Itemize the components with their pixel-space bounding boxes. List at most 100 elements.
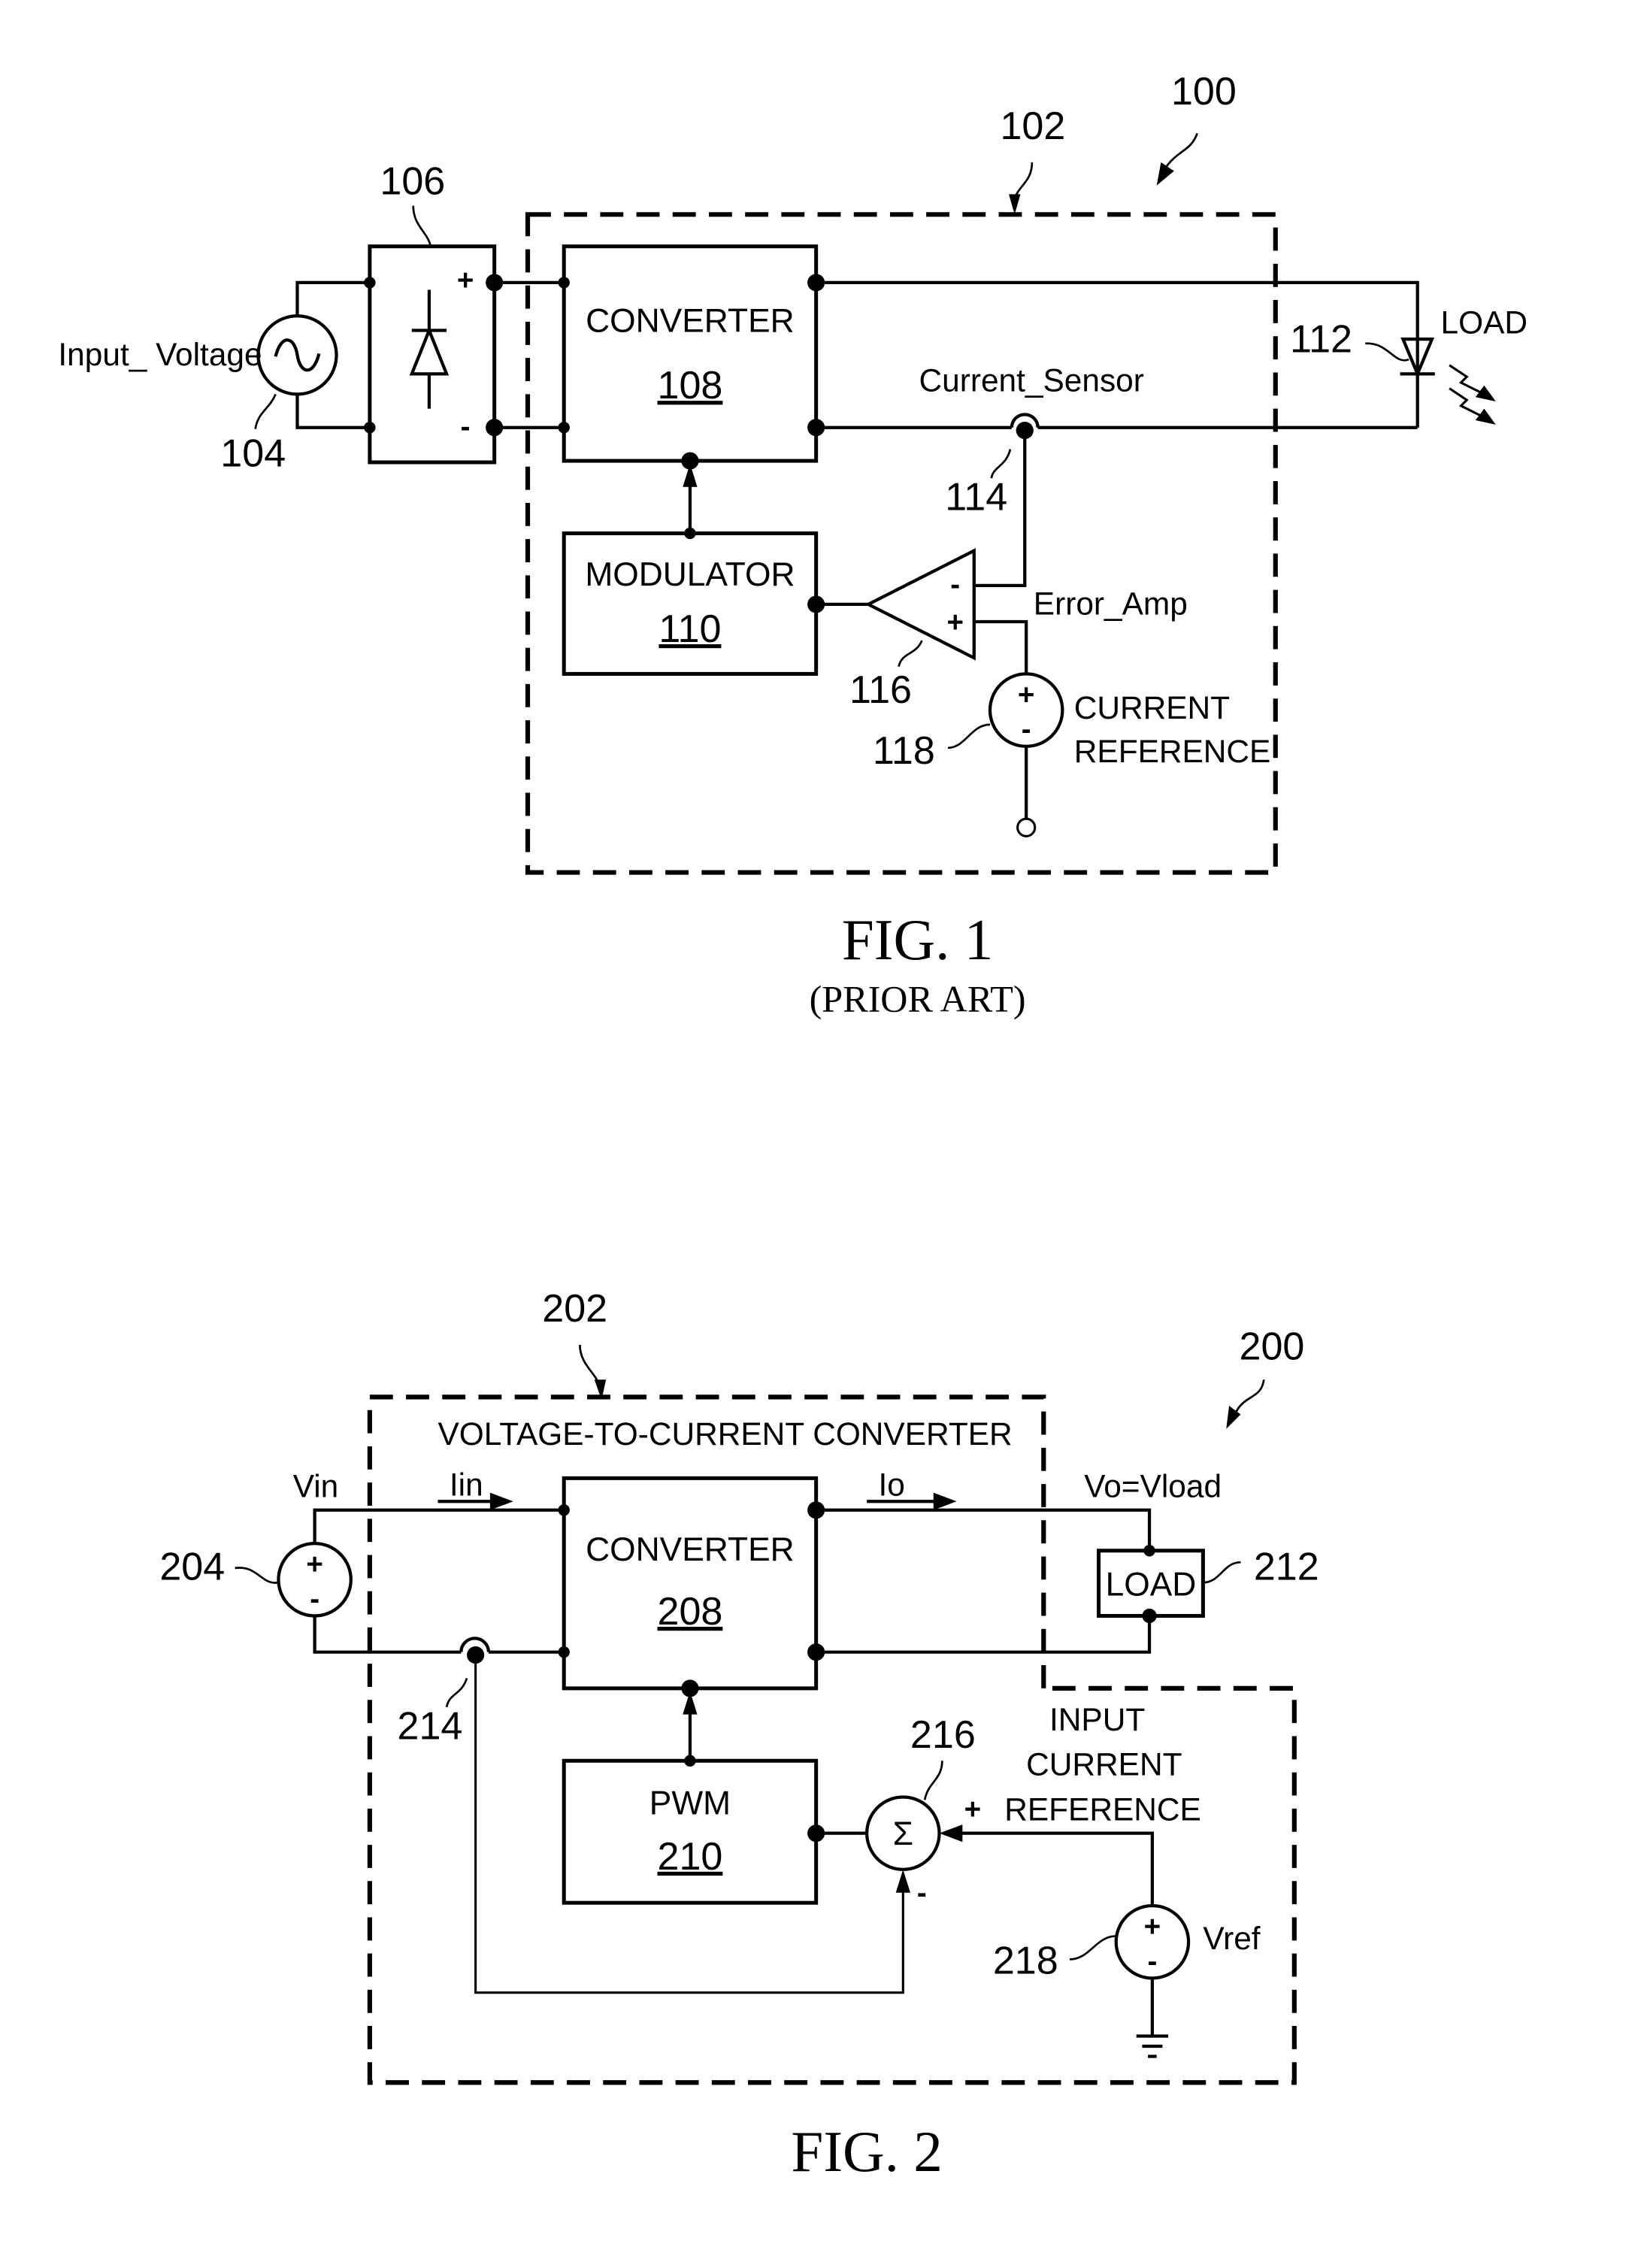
ref-202-label: 202 (542, 1287, 607, 1331)
pwm-210 (562, 1758, 819, 1905)
vin-plus-sign: + (306, 1549, 323, 1581)
node-dot (558, 421, 570, 434)
ref-216-label: 216 (910, 1713, 976, 1757)
ref-214-label: 214 (398, 1704, 463, 1748)
modulator-110 (562, 531, 819, 676)
rectifier-plus-sign: + (457, 265, 474, 297)
iin-arrowhead (489, 1492, 513, 1510)
ref-106-label: 106 (380, 159, 445, 203)
rectifier-minus-sign: - (461, 410, 471, 443)
rectifier-106 (368, 244, 497, 465)
figure-2: 200 202 VOLTAGE-TO-CURRENT CONVERTER + -… (159, 1287, 1319, 2184)
ref-212-leader (1203, 1561, 1241, 1584)
ref-118-leader (947, 723, 991, 749)
summer-minus-sign: - (917, 1877, 927, 1909)
minus-input-arrowhead (895, 1869, 910, 1893)
converter-108-number: 108 (658, 364, 723, 407)
modulator-110-title: MODULATOR (585, 556, 795, 593)
reference-wire (956, 1831, 1155, 1906)
ref-200-label: 200 (1240, 1325, 1305, 1368)
figure-1: 100 102 Input_ Voltage 104 106 + - CONVE… (58, 70, 1527, 1020)
vref-label: Vref (1203, 1921, 1260, 1956)
vi-converter-title: VOLTAGE-TO-CURRENT CONVERTER (438, 1416, 1012, 1452)
plus-input-arrowhead (939, 1824, 963, 1843)
light-arrowhead (1475, 385, 1496, 401)
vin-label: Vin (293, 1468, 339, 1503)
ref-216-leader (923, 1761, 943, 1800)
ref-116-label: 116 (849, 668, 912, 712)
node-dot (558, 277, 570, 289)
ref-112-label: 112 (1290, 317, 1352, 361)
pwm-210-title: PWM (649, 1785, 731, 1822)
source-minus-sign: - (1022, 713, 1031, 746)
node-dot (364, 421, 376, 434)
figure-1-caption: FIG. 1 (842, 907, 993, 972)
patent-drawing-sheet: 100 102 Input_ Voltage 104 106 + - CONVE… (58, 70, 1527, 2184)
ref-214-leader (445, 1677, 468, 1708)
node-dot (558, 1646, 570, 1658)
vref-plus-sign: + (1144, 1911, 1161, 1943)
node-dot (1143, 1545, 1155, 1557)
converter-208 (562, 1476, 819, 1691)
output-wire-bottom (816, 1615, 1152, 1654)
ref-114-label: 114 (945, 476, 1007, 519)
ref-100-arrow (1164, 132, 1198, 169)
ref-102-arrowhead (1009, 194, 1021, 215)
error-amp-label: Error_Amp (1034, 586, 1188, 621)
vin-bottom-wire (313, 1615, 565, 1654)
modulator-110-number: 110 (659, 607, 721, 651)
ref-202-arrow (579, 1344, 600, 1386)
load-label: LOAD (1441, 304, 1527, 340)
ref-218-label: 218 (993, 1939, 1058, 1983)
amp-minus-sign: - (950, 568, 960, 601)
load-212-label: LOAD (1106, 1567, 1197, 1603)
converter-108 (562, 244, 819, 463)
light-arrowhead (1475, 408, 1496, 425)
ref-114-leader (990, 449, 1012, 479)
light-emission-arrow-icon (1449, 364, 1485, 395)
output-wire-top (816, 1508, 1152, 1551)
figure-1-prior-art: (PRIOR ART) (810, 978, 1026, 1020)
current-reference-label-line2: REFERENCE (1074, 734, 1271, 769)
ref-116-leader (898, 640, 923, 668)
diode-icon (409, 289, 450, 409)
input-current-reference-line1: INPUT (1049, 1702, 1145, 1737)
ref-106-leader (412, 205, 432, 247)
vo-label: Vo=Vload (1084, 1468, 1222, 1503)
converter-208-title: CONVERTER (586, 1531, 795, 1568)
vin-top-wire (313, 1508, 565, 1544)
vref-minus-sign: - (1147, 1946, 1157, 1978)
ref-102-label: 102 (1000, 104, 1065, 148)
summer-plus-sign: + (964, 1793, 982, 1825)
source-plus-sign: + (1018, 679, 1035, 711)
ref-104-label: 104 (220, 432, 286, 476)
io-label: Io (879, 1467, 905, 1502)
sine-wave-icon (274, 338, 321, 372)
ground-icon (1136, 2034, 1169, 2058)
node-dot (364, 277, 376, 289)
ac-source-wires (295, 280, 370, 429)
terminal-icon (1016, 817, 1037, 837)
ref-218-leader (1069, 1935, 1116, 1961)
current-reference-label-line1: CURRENT (1074, 690, 1230, 725)
ref-204-leader (235, 1567, 279, 1584)
ref-200-arrow (1234, 1379, 1265, 1416)
converter-208-number: 208 (658, 1590, 723, 1634)
node-dot (558, 1504, 570, 1516)
ref-112-leader (1365, 342, 1409, 362)
ref-204-label: 204 (159, 1545, 225, 1588)
ref-100-label: 100 (1171, 70, 1237, 114)
io-arrowhead (933, 1492, 957, 1510)
current-sensor-label: Current_Sensor (919, 363, 1144, 398)
summer-symbol: Σ (893, 1815, 913, 1852)
ref-100-arrowhead (1156, 162, 1174, 186)
ref-212-label: 212 (1254, 1545, 1319, 1588)
iin-label: Iin (450, 1467, 483, 1502)
node-dot (1142, 1608, 1157, 1624)
input-voltage-label: Input_ Voltage (58, 337, 262, 372)
vin-minus-sign: - (310, 1583, 319, 1615)
input-current-reference-line3: REFERENCE (1004, 1791, 1201, 1827)
ref-118-label: 118 (873, 729, 935, 773)
input-current-reference-line2: CURRENT (1026, 1747, 1182, 1782)
amp-plus-wire (973, 619, 1028, 674)
